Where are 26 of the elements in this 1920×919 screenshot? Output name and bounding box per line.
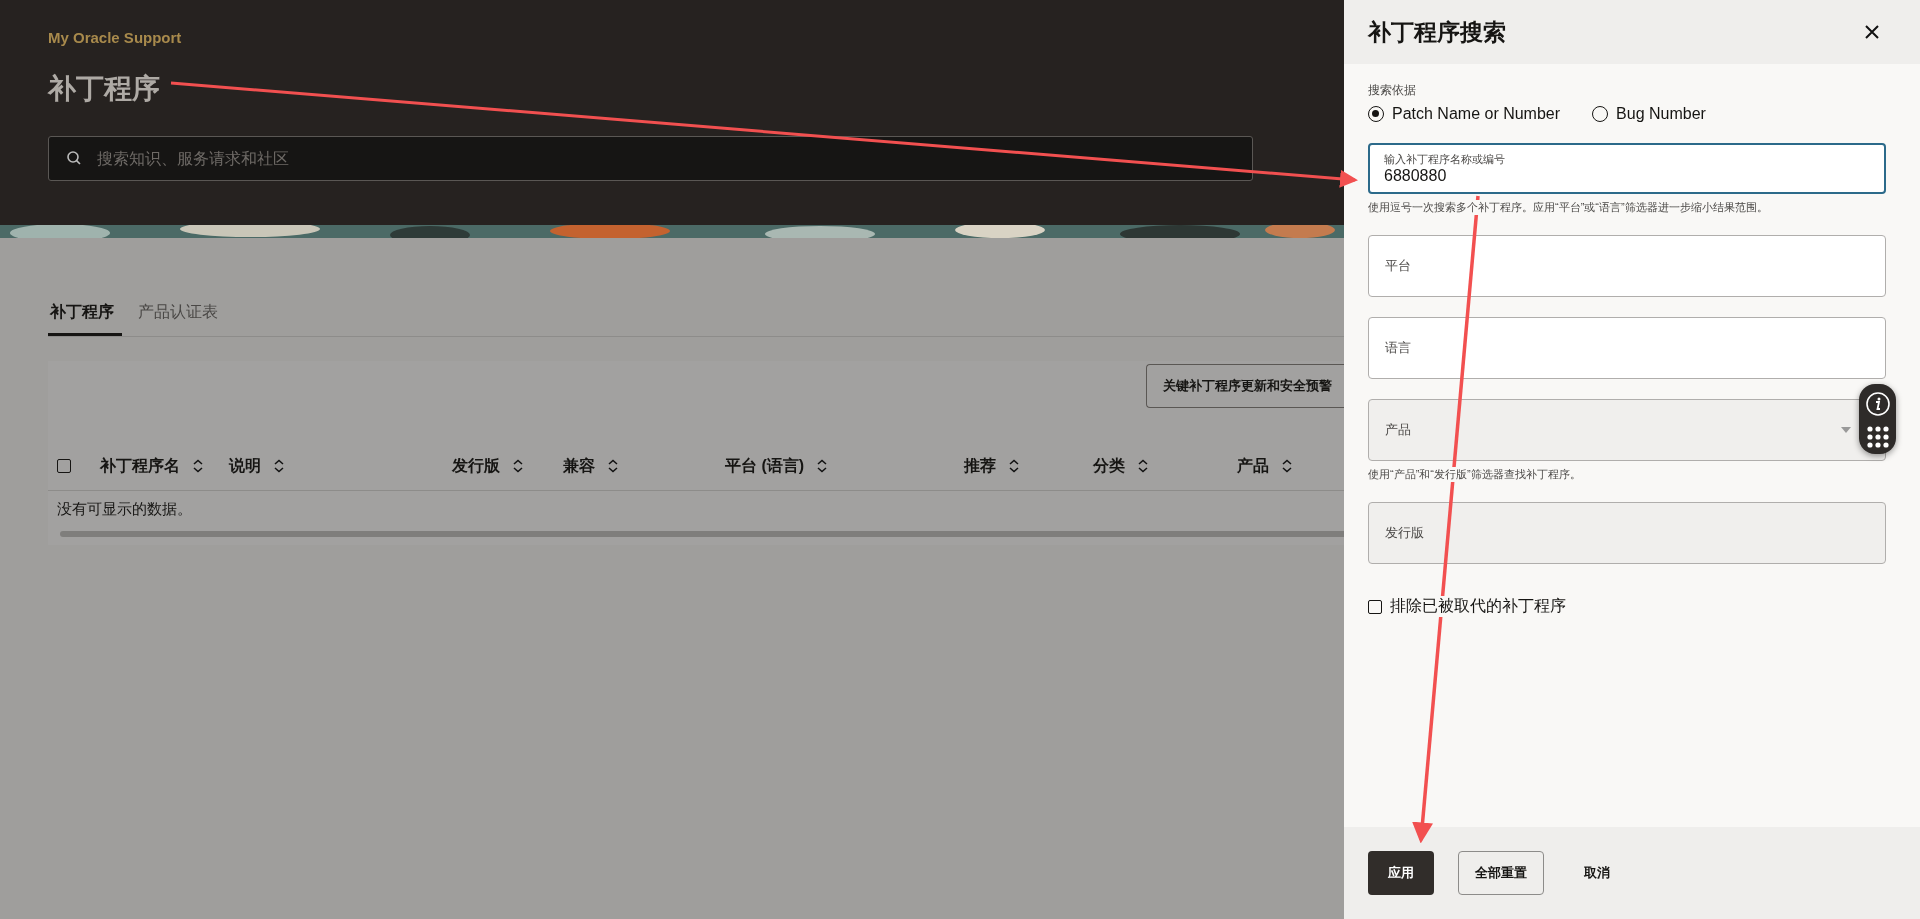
- brand-label: My Oracle Support: [48, 29, 182, 46]
- column-header[interactable]: 推荐: [964, 457, 996, 475]
- alerts-button[interactable]: 关键补丁程序更新和安全预警: [1146, 364, 1344, 408]
- apply-button[interactable]: 应用: [1368, 851, 1434, 895]
- reset-button[interactable]: 全部重置: [1458, 851, 1544, 895]
- input-field[interactable]: 输入补丁程序名称或编号 6880880: [1368, 143, 1886, 194]
- column-header[interactable]: 补丁程序名: [100, 457, 180, 475]
- panel-title: 补丁程序搜索: [1368, 17, 1506, 47]
- input-field[interactable]: 平台: [1368, 235, 1886, 297]
- column-header[interactable]: 兼容: [563, 457, 595, 475]
- checkbox-option[interactable]: 排除已被取代的补丁程序: [1368, 596, 1566, 617]
- radio-option[interactable]: Bug Number: [1592, 105, 1706, 123]
- search-field[interactable]: 搜索知识、服务请求和社区: [48, 136, 1253, 181]
- page-title: 补丁程序: [48, 72, 160, 106]
- tab[interactable]: 产品认证表: [136, 294, 236, 336]
- column-header[interactable]: 分类: [1093, 457, 1125, 475]
- radio-option[interactable]: Patch Name or Number: [1368, 105, 1561, 123]
- column-header[interactable]: 发行版: [452, 457, 500, 475]
- column-header[interactable]: 产品: [1237, 457, 1269, 475]
- tab[interactable]: 补丁程序: [48, 294, 122, 336]
- field-label: 搜索依据: [1368, 82, 1417, 99]
- column-header[interactable]: 平台 (语言): [725, 457, 805, 475]
- cancel-button[interactable]: 取消: [1568, 851, 1626, 895]
- column-header[interactable]: 说明: [229, 457, 261, 475]
- empty-message: 没有可显示的数据。: [56, 499, 193, 519]
- input-field[interactable]: 语言: [1368, 317, 1886, 379]
